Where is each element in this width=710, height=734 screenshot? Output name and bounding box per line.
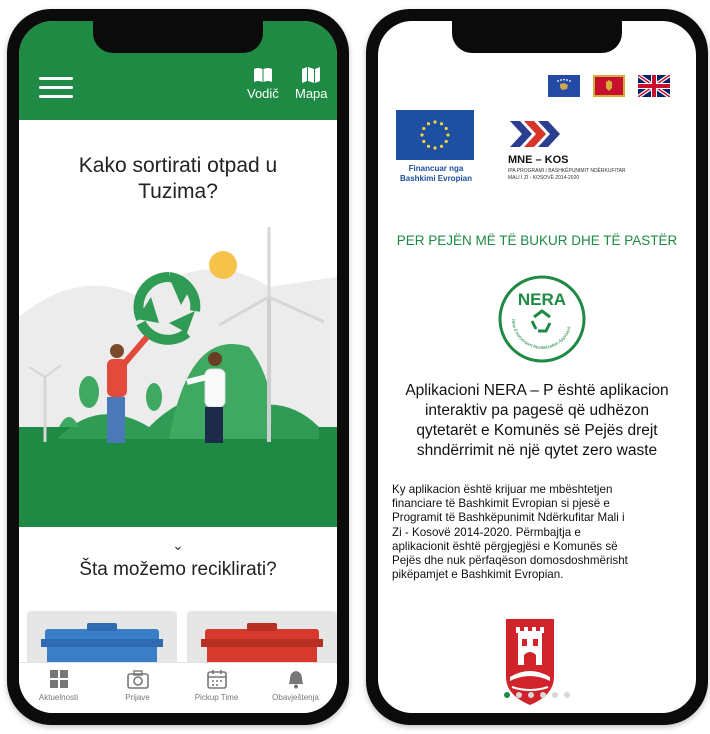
program-title: MNE – KOS xyxy=(508,154,569,166)
eu-caption: Financuar nga Bashkimi Evropian xyxy=(392,164,480,184)
screen-left: Vodič Mapa Kako sortirati otpad u Tuzima… xyxy=(19,21,337,713)
page-dot-active[interactable] xyxy=(504,692,510,698)
scroll-down-icon[interactable]: ⌄ xyxy=(19,537,337,554)
eu-caption-line1: Financuar nga xyxy=(408,164,464,173)
tab-obavjestenja[interactable]: Obavještenja xyxy=(256,669,335,702)
hamburger-menu-icon[interactable] xyxy=(39,77,73,99)
tab-prijave[interactable]: Prijave xyxy=(98,669,177,702)
body-line: Zi - Kosovë 2014-2020. Përmbajtja e xyxy=(392,525,581,539)
page-indicator xyxy=(378,685,696,703)
body-line: Pejës dhe nuk përfaqëson domosdoshmërish… xyxy=(392,554,628,568)
tab-label: Obavještenja xyxy=(272,693,319,702)
disclaimer-text: Ky aplikacion është krijuar me mbështetj… xyxy=(392,483,688,582)
map-label: Mapa xyxy=(295,86,328,101)
page-dot[interactable] xyxy=(552,692,558,698)
eu-stars-icon xyxy=(420,120,450,150)
title-line: shndërrimit në një qytet zero waste xyxy=(416,442,658,459)
tab-label: Pickup Time xyxy=(194,693,239,702)
page-dot[interactable] xyxy=(516,692,522,698)
tab-label: Aktuelnosti xyxy=(38,693,79,702)
tab-pickup-time[interactable]: Pickup Time xyxy=(177,669,256,702)
bell-icon xyxy=(288,671,303,689)
phone-notch xyxy=(93,19,263,53)
title-line: Aplikacioni NERA – P është aplikacion xyxy=(405,382,669,399)
phone-frame-right: Financuar nga Bashkimi Evropian MNE – KO… xyxy=(366,9,708,725)
tab-label: Prijave xyxy=(125,693,150,702)
program-subtitle-line1: IPA PROGRAMI I BASHKËPUNIMIT NDËRKUFITAR xyxy=(508,168,626,174)
page-title: Kako sortirati otpad u Tuzima? xyxy=(19,153,337,205)
body-line: Programit të Bashkëpunimit Ndërkufitar M… xyxy=(392,511,625,525)
eu-caption-line2: Bashkimi Evropian xyxy=(399,174,473,183)
phone-frame-left: Vodič Mapa Kako sortirati otpad u Tuzima… xyxy=(7,9,349,725)
body-line: financiare të Bashkimit Evropian si pjes… xyxy=(392,497,610,511)
section-title: Šta možemo reciklirati? xyxy=(79,559,277,580)
slogan: PER PEJËN MË TË BUKUR DHE TË PASTËR xyxy=(396,233,678,248)
book-icon xyxy=(253,68,272,82)
guide-label: Vodič xyxy=(247,86,279,101)
page-title-line1: Kako sortirati otpad u xyxy=(78,154,278,177)
recycling-illustration xyxy=(19,227,337,527)
body-line: pikëpamjet e Bashkimit Evropian. xyxy=(392,568,564,582)
eu-flag-logo xyxy=(396,110,474,160)
mne-kos-chevrons-logo xyxy=(510,121,560,147)
calendar-icon xyxy=(206,670,227,689)
map-icon xyxy=(302,67,321,83)
tab-aktuelnosti[interactable]: Aktuelnosti xyxy=(19,669,98,702)
kosovo-flag-icon[interactable] xyxy=(548,75,580,97)
grid-icon xyxy=(49,670,68,688)
phone-notch xyxy=(452,19,622,53)
page-dot[interactable] xyxy=(564,692,570,698)
body-line: aplikacionit është përgjegjësi e Komunës… xyxy=(392,539,618,553)
language-selector xyxy=(548,75,672,97)
montenegro-flag-icon[interactable] xyxy=(593,75,625,97)
program-subtitle-line2: MALI I ZI - KOSOVË 2014-2020 xyxy=(508,175,580,181)
camera-icon xyxy=(126,670,149,689)
uk-flag-icon[interactable] xyxy=(638,75,670,97)
program-subtitle: IPA PROGRAMI I BASHKËPUNIMIT NDËRKUFITAR… xyxy=(508,168,678,182)
page-dot[interactable] xyxy=(528,692,534,698)
app-description-title: Aplikacioni NERA – P është aplikacion in… xyxy=(386,381,688,461)
screen-right: Financuar nga Bashkimi Evropian MNE – KO… xyxy=(378,21,696,713)
page-dot[interactable] xyxy=(540,692,546,698)
nera-logo-text: NERA xyxy=(518,290,566,309)
title-line: qytetarët e Komunës së Pejës drejt xyxy=(416,422,658,439)
title-line: interaktiv pa pagesë që udhëzon xyxy=(424,402,650,419)
bottom-tab-bar: Aktuelnosti Prijave Pickup Time Obavješt… xyxy=(19,662,337,713)
map-button[interactable]: Mapa xyxy=(295,67,328,101)
body-line: Ky aplikacion është krijuar me mbështetj… xyxy=(392,483,613,496)
page-title-line2: Tuzima? xyxy=(138,180,218,203)
nera-logo: NERA New Environment Revitalization Appr… xyxy=(498,275,586,363)
guide-button[interactable]: Vodič xyxy=(247,67,279,101)
